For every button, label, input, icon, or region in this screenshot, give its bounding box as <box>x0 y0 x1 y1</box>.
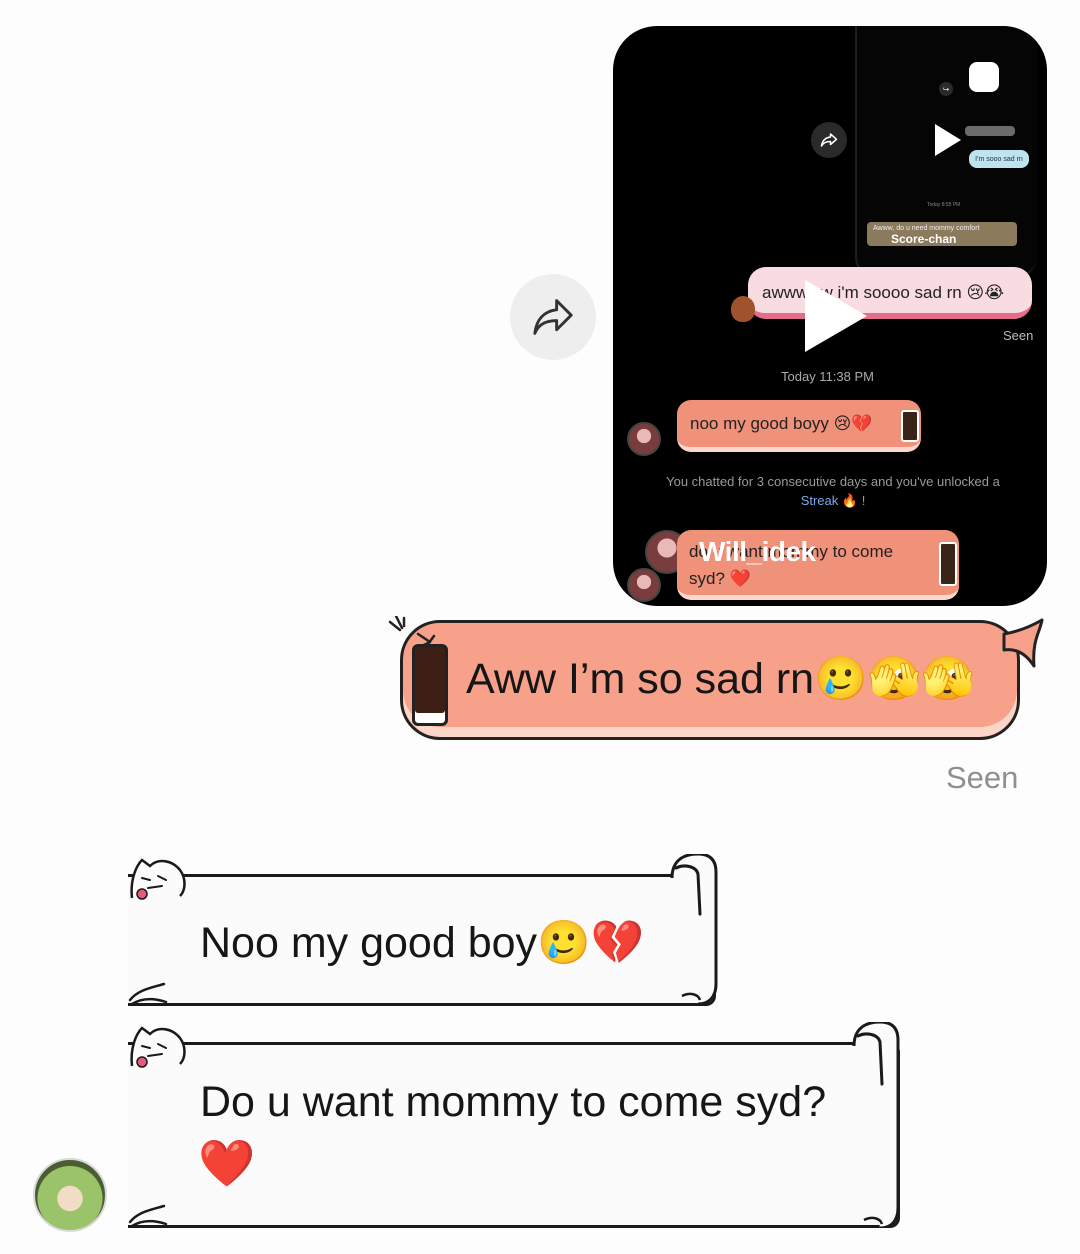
inner-avatar-3 <box>627 568 661 602</box>
streak-link[interactable]: Streak <box>801 493 839 508</box>
inner-sent-bubble: awwwww i'm soooo sad rn 😢😭 <box>748 267 1032 319</box>
inner-seen: Seen <box>1003 328 1034 343</box>
mini-timestamp: Today 8:55 PM <box>927 202 961 208</box>
streak-prefix: You chatted for 3 consecutive days and y… <box>666 474 1000 489</box>
paw-scribble-icon <box>128 982 168 1006</box>
soda-can-icon <box>901 410 919 442</box>
inner-reply-2-line2: syd? ❤️ <box>689 569 751 588</box>
mini-bubble-text: I'm sooo sad rn <box>969 150 1029 168</box>
heart-emoji: ❤️ <box>198 1137 256 1189</box>
reel-username[interactable]: Will_idek <box>699 536 816 568</box>
mini-bubble <box>965 126 1015 136</box>
soda-can-icon <box>412 644 448 726</box>
sent-message-emojis: 🥲🫣🫣 <box>814 655 975 703</box>
sent-message-bubble[interactable]: Aww I’m so sad rn🥲🫣🫣 <box>388 616 1044 748</box>
seen-status: Seen <box>946 760 1019 795</box>
shared-reel-card[interactable]: ↪ I'm sooo sad rn Today 8:55 PM Awww, do… <box>613 26 1047 606</box>
soda-can-icon-2 <box>939 542 957 586</box>
inner-share-icon <box>811 122 847 158</box>
streak-suffix: 🔥 ! <box>841 493 866 508</box>
received-message-bubble-2[interactable]: Do u want mommy to come syd? ❤️ <box>128 1022 904 1232</box>
reel-icon <box>969 62 999 92</box>
streak-notice: You chatted for 3 consecutive days and y… <box>653 472 1013 510</box>
paw-scribble-icon <box>128 1204 168 1228</box>
cat-sticker-icon <box>130 1026 186 1068</box>
received-message-emojis: 🥲💔 <box>537 919 645 967</box>
bubble-tail-icon <box>1002 618 1044 668</box>
inner-timestamp: Today 11:38 PM <box>781 369 874 384</box>
sent-message-text: Aww I’m so sad rn🥲🫣🫣 <box>466 654 975 704</box>
received-message-words: Noo my good boy <box>200 919 538 967</box>
received-message-bubble[interactable]: Noo my good boy🥲💔 <box>128 854 720 1010</box>
inner-reply-bubble: noo my good boyy 😢💔 <box>677 400 921 452</box>
scroll-curl-icon <box>852 1022 900 1228</box>
scroll-curl-icon <box>670 854 718 1004</box>
sent-message-words: Aww I’m so sad rn <box>466 655 815 703</box>
play-icon[interactable] <box>805 280 867 352</box>
received-message-text-2: Do u want mommy to come syd? <box>200 1078 827 1126</box>
share-icon <box>533 299 573 335</box>
received-bubble-body-2 <box>128 1042 900 1228</box>
mini-username: Score-chan <box>891 232 957 246</box>
contact-avatar[interactable] <box>33 1158 107 1232</box>
mini-share-icon: ↪ <box>939 82 953 96</box>
received-message-text: Noo my good boy🥲💔 <box>200 918 644 968</box>
inner-avatar <box>627 422 661 456</box>
cat-sticker-icon <box>130 858 186 900</box>
reel-mini-preview: ↪ I'm sooo sad rn Today 8:55 PM Awww, do… <box>855 26 1037 276</box>
bear-sticker-icon <box>731 296 755 322</box>
share-button[interactable] <box>510 274 596 360</box>
mini-play-icon <box>935 124 961 156</box>
